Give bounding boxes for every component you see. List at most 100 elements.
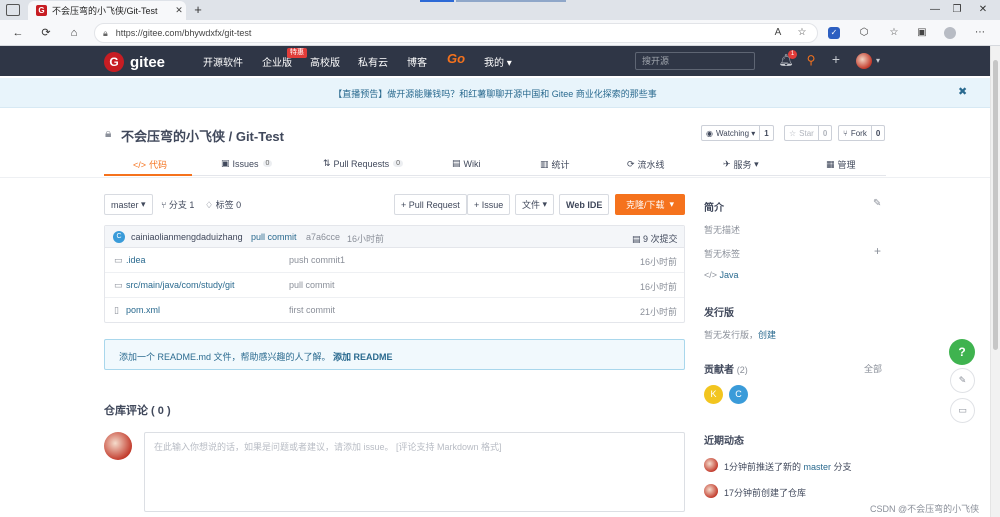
scrollbar-thumb[interactable] xyxy=(993,60,998,350)
star-count: 0 xyxy=(817,126,831,140)
tab-manage[interactable]: ▦ 管理 xyxy=(826,158,856,171)
tags-link[interactable]: ♢ 标签 0 xyxy=(205,198,241,211)
gitee-logo[interactable]: G gitee xyxy=(104,52,165,72)
tab-code-label: 代码 xyxy=(149,160,168,170)
tab-close-icon[interactable]: ✕ xyxy=(172,5,186,16)
nav-private-cloud[interactable]: 私有云 xyxy=(358,54,388,69)
maximize-icon[interactable]: ❐ xyxy=(946,2,968,18)
collections-icon[interactable]: ▣ xyxy=(914,25,930,41)
back-icon[interactable]: ← xyxy=(8,24,28,42)
plus-icon[interactable]: + xyxy=(828,51,844,67)
commit-hash[interactable]: a7a6cce xyxy=(306,232,340,242)
add-tag-icon[interactable]: + xyxy=(874,244,881,258)
pull-request-button[interactable]: + Pull Request xyxy=(394,194,467,215)
branches-link[interactable]: ⑂ 分支 1 xyxy=(161,198,194,211)
browser-tab[interactable]: G 不会压弯的小飞侠/Git-Test ✕ xyxy=(28,1,186,20)
csdn-watermark: CSDN @不会压弯的小飞侠 xyxy=(870,504,980,514)
extensions-puzzle-icon[interactable]: ⬡ xyxy=(856,25,872,41)
tab-services-label: 服务 xyxy=(733,160,752,170)
location-icon[interactable]: ⚲ xyxy=(803,53,819,67)
new-tab-icon[interactable]: + xyxy=(190,2,206,18)
chevron-down-icon[interactable]: ▾ xyxy=(870,56,886,65)
table-row[interactable]: ▯ pom.xml first commit 21小时前 xyxy=(105,298,684,323)
contributor-avatar-c[interactable]: C xyxy=(729,385,748,404)
repo-title[interactable]: 不会压弯的小飞侠 / Git-Test xyxy=(121,126,284,145)
nav-mine[interactable]: 我的 ▾ xyxy=(484,54,512,69)
activity-avatar[interactable] xyxy=(704,458,718,472)
clone-download-button[interactable]: 克隆/下载 ▾ xyxy=(615,194,685,215)
chat-icon[interactable]: ▭ xyxy=(950,398,975,423)
drag-region-2 xyxy=(456,0,566,2)
favorites-icon[interactable]: ☆ xyxy=(886,25,902,41)
fork-button[interactable]: ⑂ Fork 0 xyxy=(838,125,886,141)
commits-icon: ▤ xyxy=(632,234,644,244)
comment-textarea[interactable]: 在此输入你想说的话，如果是问题或者建议，请添加 issue。 [评论支持 Mar… xyxy=(144,432,685,512)
feedback-edit-icon[interactable]: ✎ xyxy=(950,368,975,393)
file-table: C cainiaolianmengdaduizhang pull commit … xyxy=(104,225,685,323)
profile-avatar[interactable] xyxy=(944,27,956,39)
file-name[interactable]: .idea xyxy=(126,255,146,265)
extension-icon[interactable]: ✓ xyxy=(828,27,840,39)
table-row[interactable]: ▭ src/main/java/com/study/git pull commi… xyxy=(105,273,684,298)
star-button[interactable]: ☆ Star 0 xyxy=(784,125,833,141)
issue-button[interactable]: + Issue xyxy=(467,194,511,215)
read-aloud-icon[interactable]: A xyxy=(770,25,786,41)
nav-go[interactable]: Go xyxy=(447,51,465,66)
branch-select[interactable]: master ▾ xyxy=(104,194,153,215)
add-readme-link[interactable]: 添加 README xyxy=(333,352,393,362)
activity-title: 近期动态 xyxy=(704,436,744,447)
file-commit[interactable]: first commit xyxy=(289,305,335,315)
language-tag[interactable]: </> Java xyxy=(704,270,739,280)
tab-stats[interactable]: ▥ 统计 xyxy=(540,158,570,171)
tab-wiki[interactable]: ▤ Wiki xyxy=(452,158,481,169)
table-row[interactable]: ▭ .idea push commit1 16小时前 xyxy=(105,248,684,273)
web-ide-button[interactable]: Web IDE xyxy=(559,194,610,215)
file-menu-button[interactable]: 文件 ▾ xyxy=(515,194,555,215)
tab-pull-requests[interactable]: ⇅ Pull Requests 0 xyxy=(323,158,403,169)
gitee-favicon-icon: G xyxy=(36,5,47,16)
activity-branch-link[interactable]: master xyxy=(804,462,832,472)
tab-actions-icon[interactable] xyxy=(6,4,20,16)
fork-icon: ⑂ xyxy=(843,128,848,138)
commit-message[interactable]: pull commit xyxy=(251,232,297,242)
code-icon: </> xyxy=(133,159,147,170)
tab-code[interactable]: </> 代码 xyxy=(133,158,167,171)
help-button[interactable]: ? xyxy=(949,339,975,365)
activity-avatar[interactable] xyxy=(704,484,718,498)
tab-services[interactable]: ✈ 服务 ▾ xyxy=(723,158,759,171)
address-bar[interactable]: 🔒︎ https://gitee.com/bhywdxfx/git-test xyxy=(94,23,818,43)
all-contributors-link[interactable]: 全部 xyxy=(864,362,882,375)
drag-region xyxy=(420,0,454,2)
file-commit[interactable]: pull commit xyxy=(289,280,335,290)
watching-button[interactable]: ◉ Watching ▾ 1 xyxy=(701,125,774,141)
tab-issues[interactable]: ▣ Issues 0 xyxy=(221,158,273,169)
nav-university[interactable]: 高校版 xyxy=(310,54,340,69)
fork-label: Fork xyxy=(850,128,867,138)
search-input[interactable]: 搜开源 xyxy=(635,52,755,70)
more-options-icon[interactable]: ⋯ xyxy=(972,25,988,41)
home-icon[interactable]: ⌂ xyxy=(64,24,84,42)
edit-icon[interactable]: ✎ xyxy=(873,198,881,209)
nav-open-source[interactable]: 开源软件 xyxy=(203,54,243,69)
favorite-star-icon[interactable]: ☆ xyxy=(794,25,810,41)
committer-avatar[interactable]: C xyxy=(113,231,125,243)
banner-text[interactable]: 【直播预告】做开源能赚钱吗？和红薯聊聊开源中国和 Gitee 商业化探索的那些事 xyxy=(0,87,990,100)
refresh-icon[interactable]: ⟳ xyxy=(36,24,56,42)
commit-count[interactable]: ▤ 9 次提交 xyxy=(632,232,678,245)
file-name[interactable]: src/main/java/com/study/git xyxy=(126,280,235,290)
minimize-icon[interactable]: — xyxy=(924,2,946,18)
file-name[interactable]: pom.xml xyxy=(126,305,160,315)
tab-pipeline[interactable]: ⟳ 流水线 xyxy=(627,158,665,171)
no-release-label: 暂无发行版， xyxy=(704,330,759,340)
nav-blog[interactable]: 博客 xyxy=(407,54,427,69)
commit-author[interactable]: cainiaolianmengdaduizhang xyxy=(131,232,243,242)
window-close-icon[interactable]: ✕ xyxy=(972,2,994,18)
create-release-link[interactable]: 创建 xyxy=(758,330,776,340)
tab-manage-label: 管理 xyxy=(837,160,856,170)
activity-suffix: 分支 xyxy=(831,462,852,472)
page-scrollbar[interactable] xyxy=(990,46,1000,517)
commit-time: 16小时前 xyxy=(347,234,385,244)
file-commit[interactable]: push commit1 xyxy=(289,255,345,265)
banner-close-icon[interactable]: ✖ xyxy=(958,85,967,98)
contributor-avatar-k[interactable]: K xyxy=(704,385,723,404)
